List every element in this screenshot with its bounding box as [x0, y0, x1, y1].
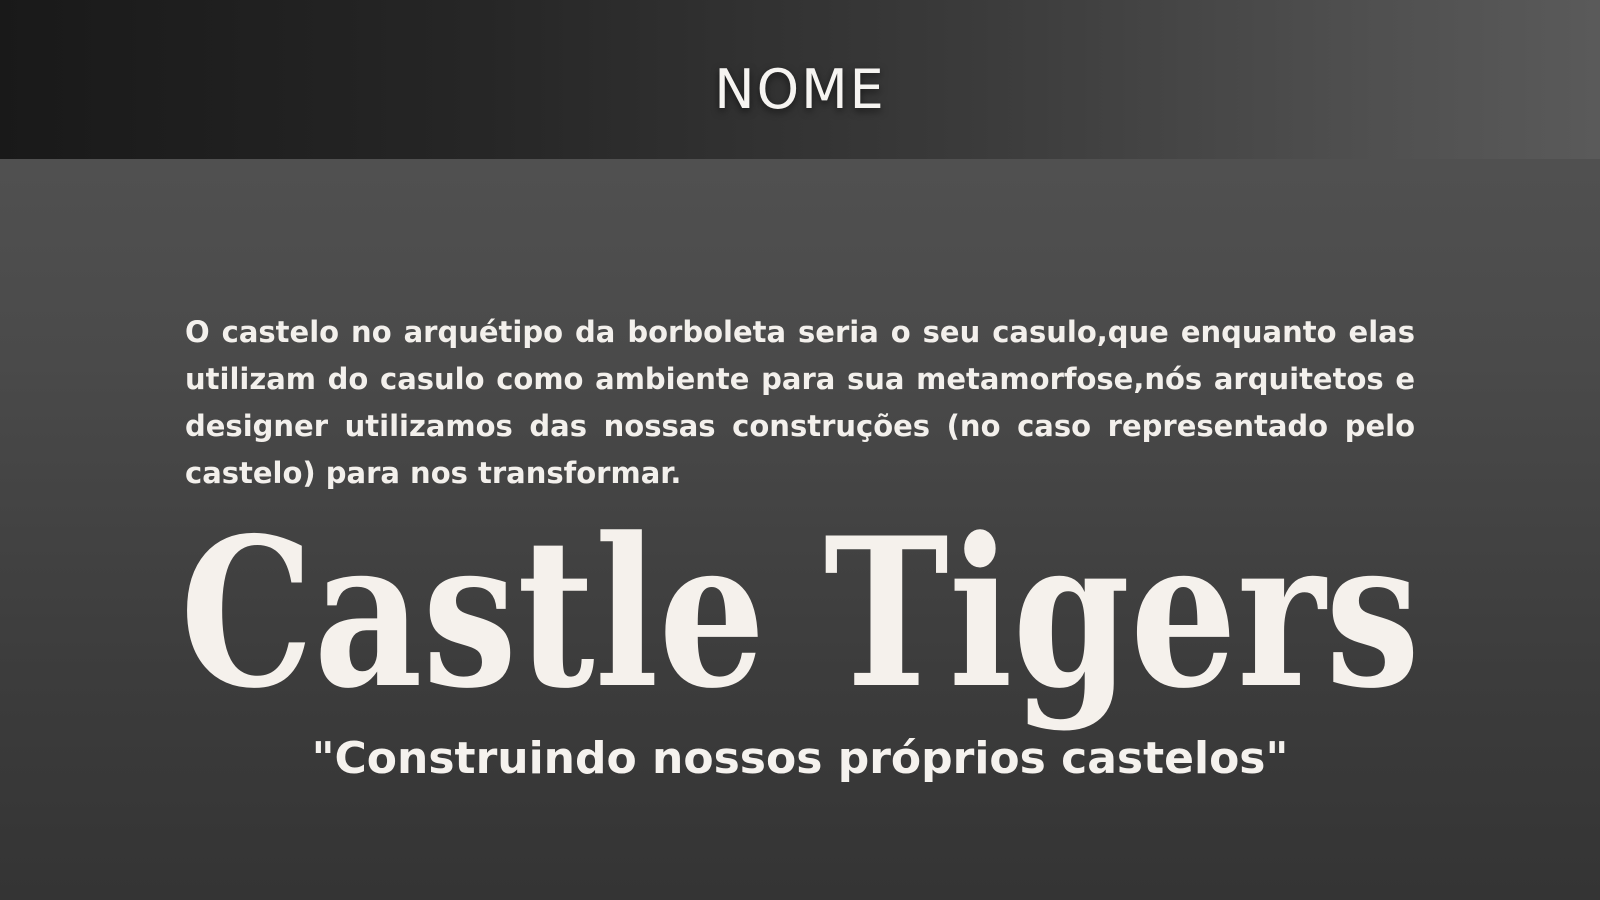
slogan: "Construindo nossos próprios castelos" [311, 733, 1289, 784]
brand-logo: Castle Tigers [180, 525, 1420, 734]
page-title: NOME [714, 58, 886, 121]
description-paragraph: O castelo no arquétipo da borboleta seri… [185, 315, 1415, 490]
brand-name: Castle Tigers [180, 525, 1420, 734]
